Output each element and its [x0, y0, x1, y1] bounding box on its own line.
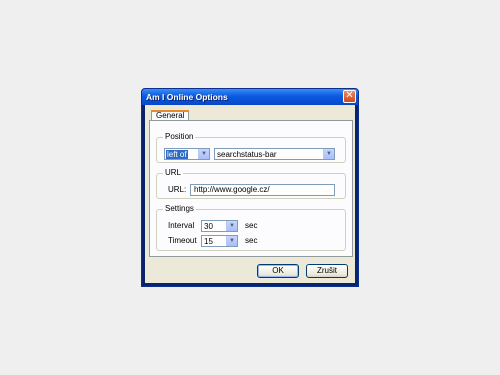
interval-unit: sec: [245, 221, 258, 230]
chevron-down-icon[interactable]: ▼: [323, 149, 334, 159]
dialog-title: Am I Online Options: [146, 92, 228, 102]
timeout-select[interactable]: 15 ▼: [201, 235, 238, 247]
chevron-down-icon[interactable]: ▼: [226, 236, 237, 246]
url-label: URL:: [168, 185, 187, 194]
timeout-unit: sec: [245, 236, 258, 245]
position-group: Position left of ▼ searchstatus-bar ▼: [156, 132, 346, 163]
cancel-button[interactable]: Zrušit: [306, 264, 348, 278]
chevron-down-icon[interactable]: ▼: [226, 221, 237, 231]
interval-label: Interval: [168, 221, 195, 230]
position-target-select[interactable]: searchstatus-bar ▼: [214, 148, 335, 160]
position-target-value: searchstatus-bar: [217, 150, 277, 159]
close-icon[interactable]: ✕: [343, 90, 356, 103]
settings-group-title: Settings: [163, 204, 196, 214]
url-input[interactable]: http://www.google.cz/: [190, 184, 335, 196]
interval-select[interactable]: 30 ▼: [201, 220, 238, 232]
position-relation-value: left of: [166, 150, 188, 159]
position-relation-select[interactable]: left of ▼: [164, 148, 210, 160]
general-tab-panel: Position left of ▼ searchstatus-bar ▼ UR…: [149, 120, 353, 257]
dialog-client-area: General Position left of ▼ searchstatus-…: [145, 105, 355, 283]
timeout-value: 15: [204, 237, 213, 246]
chevron-down-icon[interactable]: ▼: [198, 149, 209, 159]
timeout-label: Timeout: [168, 236, 197, 245]
options-dialog: Am I Online Options ✕ General Position l…: [141, 88, 359, 287]
title-bar[interactable]: Am I Online Options ✕: [142, 89, 358, 105]
url-group-title: URL: [163, 168, 184, 178]
settings-group: Settings Interval 30 ▼ sec Timeout 15 ▼ …: [156, 204, 346, 251]
url-group: URL URL: http://www.google.cz/: [156, 168, 346, 199]
position-group-title: Position: [163, 132, 196, 142]
interval-value: 30: [204, 222, 213, 231]
ok-button[interactable]: OK: [257, 264, 299, 278]
